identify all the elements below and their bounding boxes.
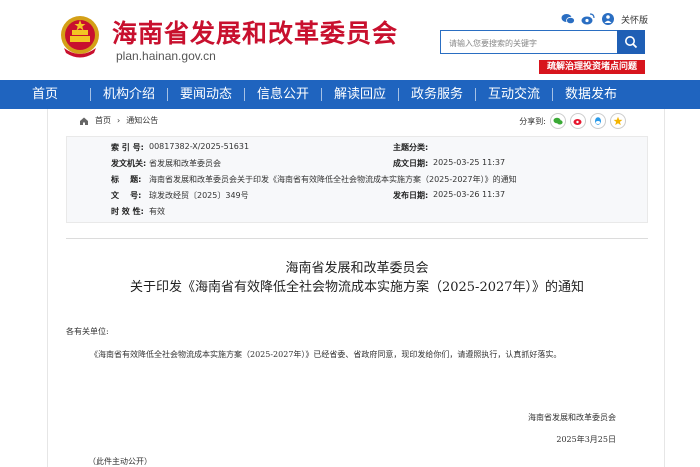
nav-item-about[interactable]: 机构介绍 — [91, 80, 167, 109]
breadcrumb-separator-icon: › — [117, 116, 121, 125]
promo-badge[interactable]: 疏解治理投资堵点问题 — [539, 60, 645, 74]
meta-issuer: 发文机关: 省发展和改革委员会 — [111, 159, 221, 168]
meta-pubdate: 发布日期: 2025-03-26 11:37 — [393, 190, 506, 200]
document-body: 《海南省有效降低全社会物流成本实施方案（2025-2027年）》已经省委、省政府… — [90, 350, 562, 359]
document-signer: 海南省发展和改革委员会 — [528, 413, 616, 422]
nav-item-services[interactable]: 政务服务 — [399, 80, 475, 109]
nav-item-disclosure[interactable]: 信息公开 — [245, 80, 321, 109]
share-wechat-button[interactable] — [550, 113, 566, 129]
document-title-issuer: 海南省发展和改革委员会 — [285, 261, 429, 276]
weibo-icon — [573, 119, 582, 125]
weibo-icon[interactable] — [581, 12, 595, 26]
top-links: 关怀版 — [561, 12, 648, 26]
breadcrumb-home[interactable]: 首页 — [95, 115, 111, 126]
document-salutation: 各有关单位: — [66, 327, 109, 336]
document-title: 关于印发《海南省有效降低全社会物流成本实施方案（2025-2027年）》的通知 — [129, 280, 585, 295]
content-card: 首页 › 通知公告 分享到: 索 引 号: 00817382-X/2025-51… — [47, 109, 665, 467]
content-divider — [66, 238, 648, 239]
document-sign-date: 2025年3月25日 — [556, 435, 616, 444]
meta-index: 索 引 号: 00817382-X/2025-51631 — [111, 142, 250, 152]
nav-item-interaction[interactable]: 互动交流 — [476, 80, 552, 109]
breadcrumb: 首页 › 通知公告 — [79, 115, 158, 126]
share-weibo-button[interactable] — [570, 113, 586, 129]
nav-item-news[interactable]: 要闻动态 — [168, 80, 244, 109]
search-icon — [625, 36, 638, 49]
meta-docno: 文 号: 琼发改经贸〔2025〕349号 — [111, 191, 249, 200]
share-bar: 分享到: — [519, 113, 626, 129]
meta-date: 成文日期: 2025-03-25 11:37 — [393, 158, 506, 168]
breadcrumb-current[interactable]: 通知公告 — [126, 115, 158, 126]
main-nav: 首页 机构介绍 要闻动态 信息公开 解读回应 政务服务 互动交流 数据发布 — [0, 80, 700, 109]
qzone-star-icon — [613, 116, 623, 126]
share-qzone-button[interactable] — [610, 113, 626, 129]
search-input[interactable]: 请输入您要搜索的关键字 — [440, 30, 618, 54]
qq-icon — [595, 117, 601, 125]
meta-category: 主题分类: — [393, 143, 429, 152]
share-label: 分享到: — [519, 116, 546, 126]
nav-item-home[interactable]: 首页 — [0, 80, 90, 109]
wechat-icon[interactable] — [561, 12, 575, 26]
metadata-table: 索 引 号: 00817382-X/2025-51631 主题分类: 发文机关:… — [66, 136, 648, 223]
search-button[interactable] — [617, 30, 645, 54]
wechat-icon — [553, 117, 563, 125]
site-title[interactable]: 海南省发展和改革委员会 — [112, 14, 398, 50]
care-mode-icon[interactable] — [601, 12, 615, 26]
nav-item-interpretation[interactable]: 解读回应 — [322, 80, 398, 109]
home-icon — [80, 117, 88, 125]
national-emblem-icon[interactable] — [58, 14, 102, 60]
meta-title: 标 题: 海南省发展和改革委员会关于印发《海南省有效降低全社会物流成本实施方案（… — [111, 175, 517, 184]
care-mode-link[interactable]: 关怀版 — [621, 13, 648, 26]
site-domain: plan.hainan.gov.cn — [116, 49, 216, 63]
document-public-note: （此件主动公开） — [88, 457, 152, 466]
site-header: 海南省发展和改革委员会 plan.hainan.gov.cn 关怀版 请输入您要… — [0, 0, 700, 80]
nav-item-data[interactable]: 数据发布 — [553, 80, 629, 109]
meta-validity: 时 效 性: 有效 — [111, 207, 165, 216]
share-qq-button[interactable] — [590, 113, 606, 129]
